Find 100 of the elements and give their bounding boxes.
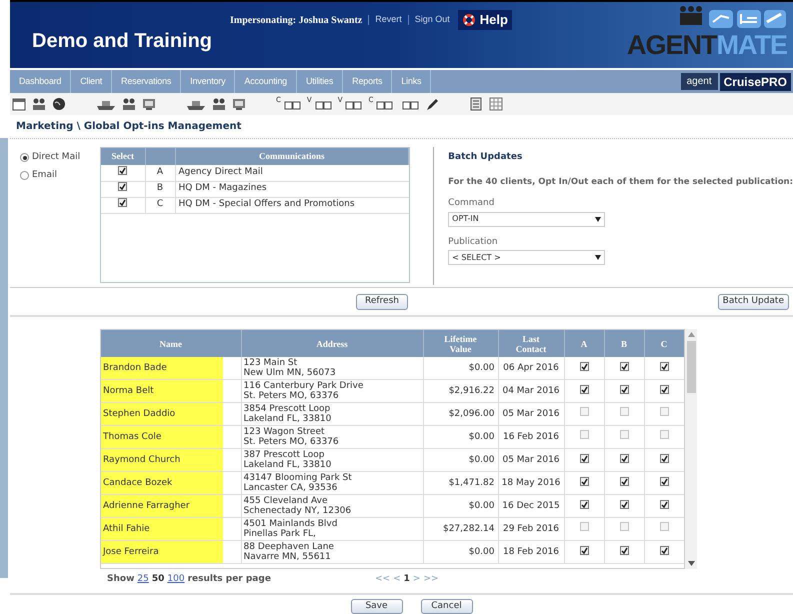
scroll-thumb[interactable] — [686, 341, 696, 394]
client-name[interactable]: Adrienne Farragher — [101, 495, 223, 518]
client-name[interactable]: Norma Belt — [101, 380, 223, 402]
address-line: 88 Deephaven Lane — [244, 542, 335, 552]
impersonation-text: Impersonating: Joshua Swantz — [230, 14, 362, 28]
partner-logo[interactable]: CruisePRO — [720, 72, 791, 91]
address-line: 455 Cleveland Ave — [244, 496, 328, 506]
current-page: 1 — [404, 573, 410, 586]
table-cell: $27,282.14 — [442, 524, 494, 534]
table-cell: Agency Direct Mail — [178, 167, 263, 178]
lifebuoy-icon[interactable] — [462, 13, 476, 27]
checkbox[interactable] — [580, 454, 588, 463]
radio-option[interactable]: Email — [20, 168, 100, 182]
address-line: Lancaster CA, 93536 — [244, 483, 338, 494]
checkbox[interactable] — [660, 500, 668, 509]
checkbox[interactable] — [118, 166, 128, 176]
address-line: 387 Prescott Loop — [244, 450, 324, 460]
checkbox[interactable] — [580, 384, 588, 394]
page-size-link[interactable]: 100 — [167, 573, 185, 587]
table-cell: 29 Feb 2016 — [502, 524, 559, 534]
people-icon[interactable] — [212, 97, 226, 112]
logo-text: AGENTMATE — [627, 32, 787, 58]
cancel-button[interactable]: Cancel — [420, 599, 472, 614]
screen-icon[interactable] — [142, 97, 156, 112]
checkbox[interactable] — [620, 384, 628, 394]
checkbox[interactable] — [620, 500, 628, 509]
table-cell: 18 May 2016 — [502, 478, 560, 488]
page-size-link[interactable]: 50 — [152, 573, 164, 587]
checkbox[interactable] — [620, 454, 628, 463]
table-cell: 04 Mar 2016 — [502, 386, 560, 396]
table-cell: 05 Mar 2016 — [502, 454, 560, 465]
checkbox[interactable] — [660, 454, 668, 463]
checkbox[interactable] — [118, 182, 128, 192]
batch-update-button[interactable]: Batch Update — [718, 294, 789, 310]
dropdown-arrow-icon[interactable] — [595, 255, 602, 260]
address-line: 116 Canterbury Park Drive — [244, 381, 364, 392]
header-link[interactable]: Revert — [375, 13, 402, 27]
table-cell: $0.00 — [468, 362, 494, 373]
partner-logo[interactable]: agent — [680, 73, 718, 90]
header-link[interactable]: Sign Out — [414, 13, 450, 27]
client-name[interactable]: Brandon Bade — [101, 357, 223, 380]
table-cell: 05 Mar 2016 — [502, 408, 560, 419]
checkbox[interactable] — [580, 362, 588, 371]
address-line: 4501 Mainlands Blvd — [244, 519, 338, 530]
pencil-icon[interactable] — [425, 97, 440, 112]
column-header: C — [660, 338, 668, 349]
page-size-link[interactable]: 25 — [137, 573, 149, 587]
table-cell: $1,471.82 — [448, 478, 494, 488]
field-label: Publication — [448, 236, 499, 249]
address-line: 123 Wagon Street — [244, 427, 325, 438]
column-header: Name — [160, 338, 182, 349]
client-name[interactable]: Raymond Church — [101, 449, 223, 472]
client-name[interactable]: Stephen Daddio — [101, 403, 223, 426]
command-dropdown[interactable]: OPT-IN — [448, 212, 606, 227]
dropdown-arrow-icon[interactable] — [595, 216, 602, 222]
checkbox[interactable] — [660, 362, 668, 371]
address-line: St. Peters MO, 63376 — [244, 391, 340, 402]
checkbox[interactable] — [660, 476, 668, 486]
checkbox[interactable] — [580, 476, 588, 486]
checkbox[interactable] — [660, 546, 668, 555]
address-line: New Ulm MN, 56073 — [244, 368, 337, 378]
scroll-down-icon[interactable] — [688, 561, 694, 566]
globe-icon[interactable] — [52, 97, 66, 112]
checkbox[interactable] — [580, 546, 588, 555]
checkbox[interactable] — [580, 500, 588, 509]
checkbox[interactable] — [620, 476, 628, 486]
address-line: Pinellas Park FL, — [244, 529, 317, 540]
instruction-text: For the 40 clients, Opt In/Out each of them for the selected publication: — [448, 176, 793, 188]
people-icon[interactable] — [32, 97, 46, 112]
column-header: A — [580, 338, 588, 349]
column-header: B — [620, 338, 627, 349]
radio-option[interactable]: Direct Mail — [20, 151, 100, 165]
save-button[interactable]: Save — [350, 599, 402, 614]
column-header: Select — [112, 150, 134, 161]
checkbox[interactable] — [118, 198, 128, 208]
client-name[interactable]: Athil Fahie — [101, 518, 223, 540]
address-line: St. Peters MO, 63376 — [244, 437, 340, 448]
document-icon[interactable] — [469, 97, 484, 112]
table-cell: 06 Apr 2016 — [503, 362, 559, 373]
client-name[interactable]: Candace Bozek — [101, 472, 223, 494]
publication-dropdown[interactable]: < SELECT > — [448, 250, 606, 266]
help-button[interactable]: Help — [458, 10, 512, 30]
table-cell: HQ DM - Special Offers and Promotions — [178, 199, 355, 210]
address-line: Navarre MN, 55611 — [244, 552, 332, 562]
client-name[interactable]: Jose Ferreira — [101, 541, 223, 564]
scrollbar[interactable] — [685, 329, 697, 570]
window-icon[interactable] — [12, 97, 26, 112]
client-name[interactable]: Thomas Cole — [101, 426, 223, 448]
people-icon[interactable] — [122, 97, 136, 112]
checkbox[interactable] — [620, 546, 628, 555]
table-cell: 16 Dec 2015 — [502, 500, 560, 511]
grid-icon[interactable] — [489, 97, 504, 112]
screen-icon[interactable] — [232, 97, 246, 112]
table-cell: $0.00 — [468, 432, 494, 442]
checkbox[interactable] — [620, 362, 628, 371]
column-header: Address — [316, 338, 348, 349]
refresh-button[interactable]: Refresh — [356, 294, 408, 310]
checkbox[interactable] — [660, 384, 668, 394]
field-label: Command — [448, 197, 496, 210]
column-header: Last Contact — [514, 334, 548, 354]
